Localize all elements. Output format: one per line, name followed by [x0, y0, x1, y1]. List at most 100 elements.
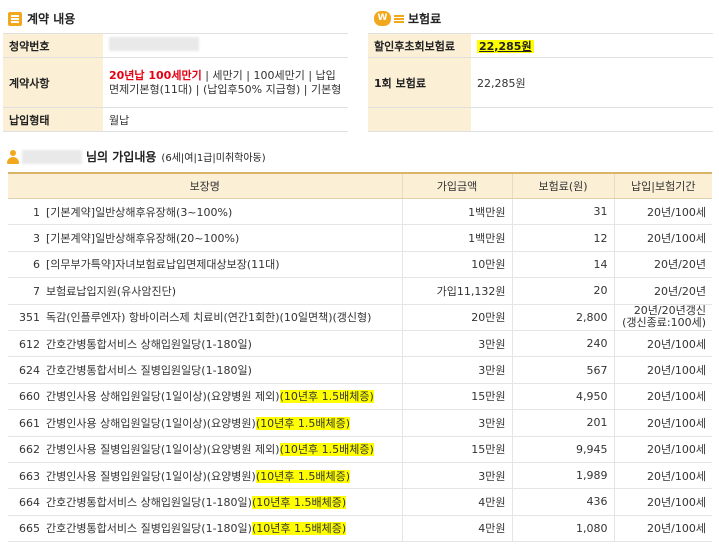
premium-cell: 1,989	[511, 462, 614, 490]
label-contract-details: 계약사항	[3, 57, 103, 108]
escalation-tag: (10년후 1.5배체증)	[255, 416, 350, 430]
table-row: 351 독감(인플루엔자) 항바이러스제 치료비(연간1회한)(10일면책)(갱신…	[8, 304, 712, 331]
coverage-code: 660	[19, 390, 40, 404]
premium-cell: 9,945	[511, 436, 614, 463]
coverage-name-cell: 660 간병인사용 상해입원일당(1일이상)(요양병원 제외)(10년후 1.5배…	[8, 383, 402, 411]
coverage-code: 665	[19, 522, 40, 536]
coverage-code: 624	[19, 364, 40, 378]
premium-cell: 1,080	[511, 515, 614, 543]
premium-cell: 14	[511, 251, 614, 279]
premium-cell: 20	[511, 277, 614, 305]
coverage-code: 7	[33, 284, 40, 298]
amount-cell: 가입11,132원	[401, 277, 512, 305]
person-icon	[6, 149, 20, 164]
coverage-name-cell: 612 간호간병통합서비스 상해입원일당(1-180일)	[8, 330, 402, 358]
coverage-code: 662	[19, 443, 40, 457]
period-cell: 20년/100세	[613, 198, 712, 226]
coverage-name-cell: 662 간병인사용 질병입원일당(1일이상)(요양병원 제외)(10년후 1.5배…	[8, 436, 402, 463]
coverage-name: 간호간병통합서비스 질병입원일당(1-180일)	[46, 522, 252, 536]
coverage-code: 3	[33, 232, 40, 246]
document-icon	[8, 11, 22, 26]
period-cell: 20년/100세	[613, 224, 712, 252]
label-application-number: 청약번호	[3, 33, 103, 58]
coverage-name-cell: 7 보험료납입지원(유사암진단)	[8, 277, 402, 305]
table-row: 662 간병인사용 질병입원일당(1일이상)(요양병원 제외)(10년후 1.5배…	[8, 436, 712, 463]
premium-cell: 240	[511, 330, 614, 358]
period-renewal-note: (갱신종료:100세)	[622, 316, 706, 330]
coverage-name: 간병인사용 상해입원일당(1일이상)(요양병원 제외)	[46, 390, 280, 404]
amount-cell: 3만원	[401, 356, 512, 384]
coverage-header-row: 보장명 가입금액 보험료(원) 납입|보험기간	[8, 172, 712, 199]
period-cell: 20년/100세	[613, 488, 712, 516]
table-row: 665 간호간병통합서비스 질병입원일당(1-180일)(10년후 1.5배체증)…	[8, 515, 712, 543]
header-amount: 가입금액	[401, 172, 512, 199]
premium-empty-label	[368, 107, 471, 132]
header-coverage-name: 보장명	[8, 172, 402, 199]
table-row: 663 간병인사용 질병입원일당(1일이상)(요양병원)(10년후 1.5배체증)…	[8, 462, 712, 490]
redacted-customer-name	[22, 149, 82, 164]
coverage-rows: 1 [기본계약]일반상해후유장해(3~100%) 1백만원 31 20년/100세 3 [기…	[8, 198, 712, 543]
coverage-title-text: 님의 가입내용	[86, 150, 157, 164]
premium-cell: 4,950	[511, 383, 614, 411]
first-premium-value: 22,285원	[471, 57, 713, 108]
amount-cell: 3만원	[401, 462, 512, 490]
coverage-name-cell: 351 독감(인플루엔자) 항바이러스제 치료비(연간1회한)(10일면책)(갱신…	[8, 304, 402, 331]
header-period: 납입|보험기간	[613, 172, 712, 199]
coverage-name-cell: 6 [의무부가특약]자녀보험료납입면제대상보장(11대)	[8, 251, 402, 279]
amount-cell: 4만원	[401, 515, 512, 543]
amount-cell: 4만원	[401, 488, 512, 516]
list-icon	[394, 13, 404, 25]
period-cell: 20년/100세	[613, 330, 712, 358]
table-row: 6 [의무부가특약]자녀보험료납입면제대상보장(11대) 10만원 14 20년/20년	[8, 251, 712, 279]
amount-cell: 3만원	[401, 409, 512, 437]
escalation-tag: (10년후 1.5배체증)	[251, 522, 347, 536]
period-cell: 20년/20년갱신 (갱신종료:100세)	[613, 304, 712, 331]
period-cell: 20년/100세	[613, 436, 712, 463]
table-row: 1 [기본계약]일반상해후유장해(3~100%) 1백만원 31 20년/100세	[8, 198, 712, 226]
escalation-tag: (10년후 1.5배체증)	[279, 390, 374, 404]
coverage-name: 간호간병통합서비스 상해입원일당(1-180일)	[46, 495, 252, 509]
coverage-code: 6	[33, 258, 40, 272]
coverage-name: 간호간병통합서비스 상해입원일당(1-180일)	[46, 337, 252, 351]
premium-cell: 436	[511, 488, 614, 516]
premium-table: 할인후초회보험료 22,285원 1회 보험료 22,285원	[368, 33, 713, 132]
coverage-name-cell: 661 간병인사용 상해입원일당(1일이상)(요양병원)(10년후 1.5배체증)	[8, 409, 402, 437]
premium-cell: 31	[511, 198, 614, 226]
coverage-code: 664	[19, 495, 40, 509]
period-cell: 20년/20년	[613, 251, 712, 279]
coverage-name: [기본계약]일반상해후유장해(20~100%)	[46, 232, 240, 246]
table-row: 660 간병인사용 상해입원일당(1일이상)(요양병원 제외)(10년후 1.5배…	[8, 383, 712, 411]
premium-section-title: W 보험료	[374, 10, 441, 27]
escalation-tag: (10년후 1.5배체증)	[255, 469, 350, 483]
label-payment-type: 납입형태	[3, 107, 103, 132]
coverage-section-title: 님의 가입내용 (6세|여|1급|미취학아동)	[6, 148, 266, 165]
coverage-name: 보험료납입지원(유사암진단)	[46, 284, 177, 298]
coverage-name-cell: 624 간호간병통합서비스 질병입원일당(1-180일)	[8, 356, 402, 384]
amount-cell: 15만원	[401, 383, 512, 411]
coverage-code: 663	[19, 469, 40, 483]
premium-cell: 567	[511, 356, 614, 384]
coverage-name-cell: 1 [기본계약]일반상해후유장해(3~100%)	[8, 198, 402, 226]
coverage-name-cell: 3 [기본계약]일반상해후유장해(20~100%)	[8, 224, 402, 252]
redacted-application-number	[109, 37, 199, 51]
period-cell: 20년/100세	[613, 409, 712, 437]
amount-cell: 10만원	[401, 251, 512, 279]
escalation-tag: (10년후 1.5배체증)	[279, 443, 374, 457]
coverage-name: 독감(인플루엔자) 항바이러스제 치료비(연간1회한)(10일면책)(갱신형)	[46, 311, 372, 325]
period-cell: 20년/100세	[613, 462, 712, 490]
coverage-name: 간병인사용 질병입원일당(1일이상)(요양병원 제외)	[46, 443, 280, 457]
amount-cell: 20만원	[401, 304, 512, 331]
table-row: 664 간호간병통합서비스 상해입원일당(1-180일)(10년후 1.5배체증)…	[8, 488, 712, 516]
period-cell: 20년/100세	[613, 356, 712, 384]
coverage-name: [기본계약]일반상해후유장해(3~100%)	[46, 205, 233, 219]
coverage-code: 661	[19, 416, 40, 430]
table-row: 3 [기본계약]일반상해후유장해(20~100%) 1백만원 12 20년/100세	[8, 224, 712, 252]
table-row: 612 간호간병통합서비스 상해입원일당(1-180일) 3만원 240 20년/100…	[8, 330, 712, 358]
coverage-name: 간병인사용 질병입원일당(1일이상)(요양병원)	[46, 469, 256, 483]
coverage-name: 간병인사용 상해입원일당(1일이상)(요양병원)	[46, 416, 256, 430]
coverage-table: 보장명 가입금액 보험료(원) 납입|보험기간 1 [기본계약]일반상해후유장해(…	[8, 172, 712, 543]
amount-cell: 3만원	[401, 330, 512, 358]
amount-cell: 1백만원	[401, 198, 512, 226]
table-row: 7 보험료납입지원(유사암진단) 가입11,132원 20 20년/20년	[8, 277, 712, 305]
contract-title-text: 계약 내용	[27, 12, 76, 26]
